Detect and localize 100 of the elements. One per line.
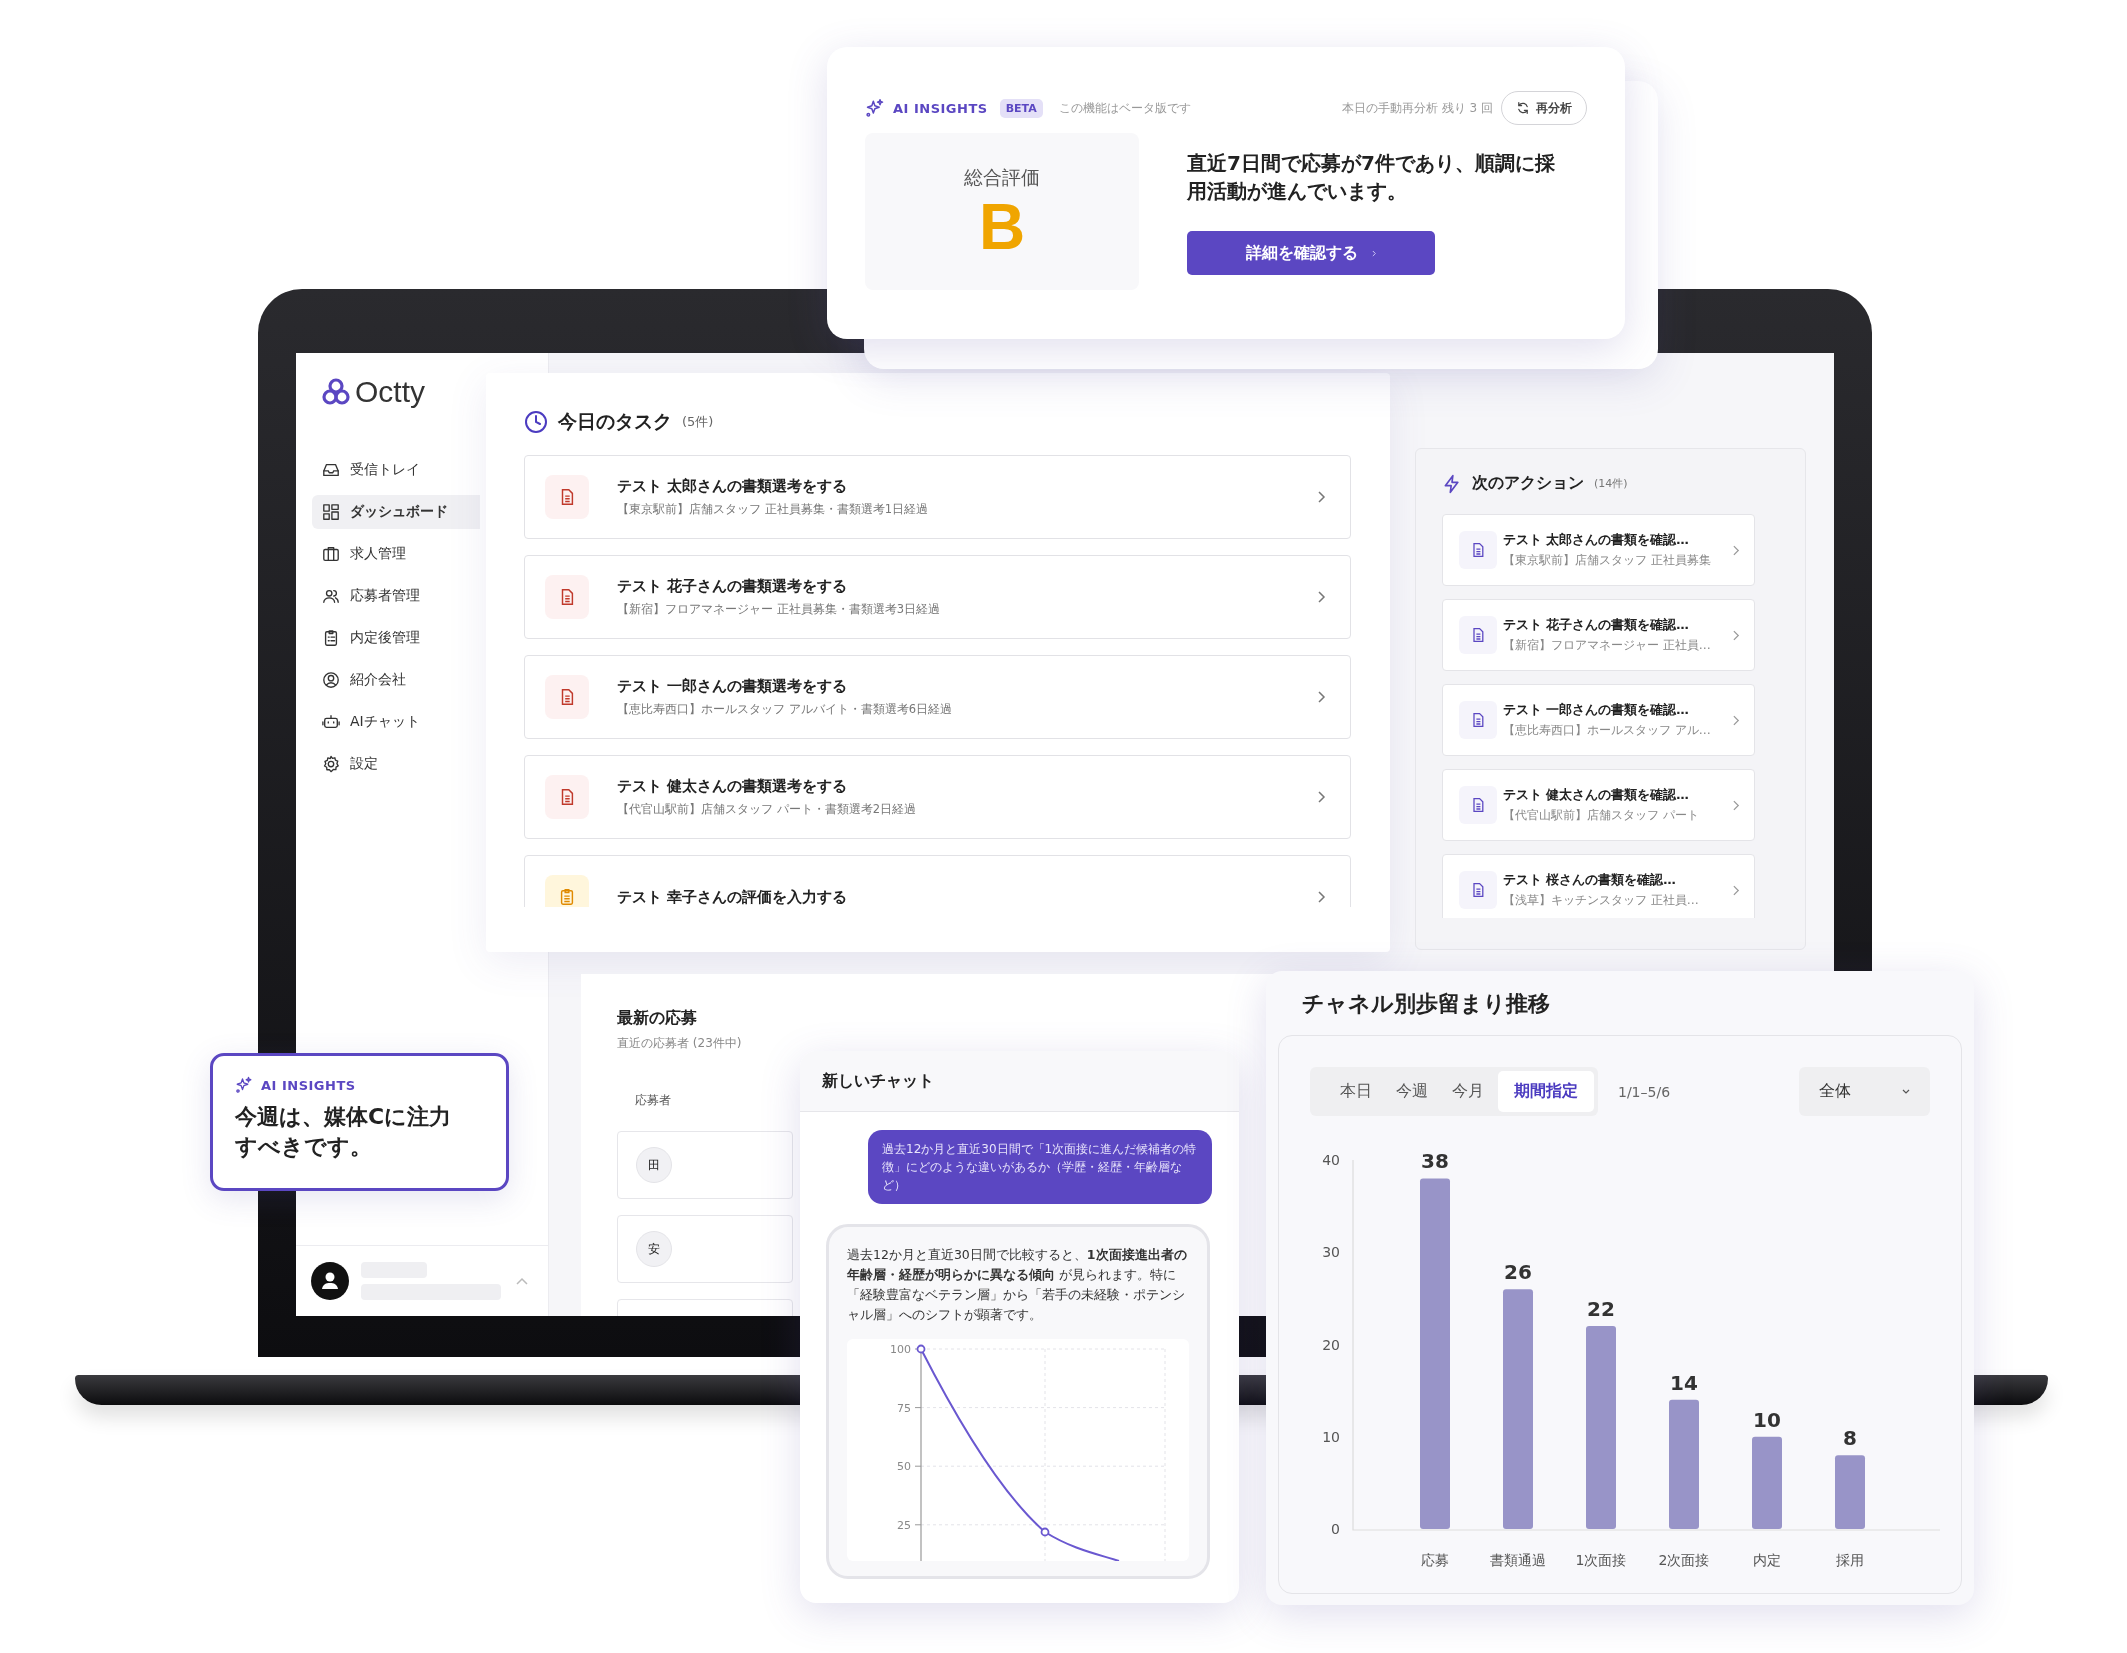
category-label: 応募	[1421, 1552, 1449, 1568]
grid-icon	[322, 503, 340, 521]
action-detail: 【恵比寿西口】ホールスタッフ アル…	[1503, 721, 1712, 739]
section-title: 最新の応募	[617, 1008, 698, 1029]
period-tab[interactable]: 今週	[1386, 1071, 1438, 1112]
document-icon	[1470, 797, 1486, 813]
action-item[interactable]: テスト 桜さんの書類を確認… 【浅草】キッチンスタッフ 正社員…	[1442, 854, 1755, 918]
action-item[interactable]: テスト 健太さんの書類を確認… 【代官山駅前】店舗スタッフ パート	[1442, 769, 1755, 841]
action-title: テスト 桜さんの書類を確認…	[1503, 871, 1677, 889]
applicant-row[interactable]: 田	[617, 1131, 793, 1199]
task-item[interactable]: テスト 健太さんの書類選考をする 【代官山駅前】店舗スタッフ パート・書類選考2日経過	[524, 755, 1351, 839]
details-button[interactable]: 詳細を確認する	[1187, 231, 1435, 275]
category-label: 採用	[1836, 1552, 1864, 1568]
category-label: 1次面接	[1575, 1552, 1627, 1568]
data-point	[1040, 1527, 1050, 1537]
user-message: 過去12か月と直近30日間で「1次面接に進んだ候補者の特徴」にどのような違いがあるか（学歴・経歴・年齢層など）	[868, 1130, 1212, 1204]
caret-down-icon	[1902, 1088, 1910, 1095]
value-label: 10	[1753, 1407, 1781, 1432]
chevron-right-icon	[1733, 629, 1740, 641]
value-label: 38	[1421, 1149, 1449, 1174]
sidebar-item[interactable]: 求人管理	[312, 537, 480, 571]
task-item[interactable]: テスト 一郎さんの書類選考をする 【恵比寿西口】ホールスタッフ アルバイト・書類選考6日経過	[524, 655, 1351, 739]
refresh-icon	[1516, 101, 1530, 115]
sidebar-item[interactable]: 内定後管理	[312, 621, 480, 655]
axis-label: 10	[1322, 1428, 1340, 1445]
task-title: テスト 太郎さんの書類選考をする	[617, 477, 849, 496]
category-label: 内定	[1753, 1552, 1781, 1568]
action-title: テスト 一郎さんの書類を確認…	[1503, 701, 1690, 719]
section-title: 次のアクション	[1472, 473, 1584, 494]
action-item[interactable]: テスト 太郎さんの書類を確認… 【東京駅前】店舗スタッフ 正社員募集	[1442, 514, 1755, 586]
date-range: 1/1–5/6	[1618, 1083, 1671, 1100]
task-item[interactable]: テスト 花子さんの書類選考をする 【新宿】フロアマネージャー 正社員募集・書類選考3日経過	[524, 555, 1351, 639]
sidebar-item[interactable]: 設定	[312, 747, 480, 781]
app-logo: Octty	[355, 375, 425, 409]
document-icon	[1470, 882, 1486, 898]
grade-value: B	[978, 194, 1026, 259]
value-label: 14	[1670, 1370, 1698, 1395]
action-detail: 【新宿】フロアマネージャー 正社員…	[1503, 636, 1712, 654]
task-detail: 【恵比寿西口】ホールスタッフ アルバイト・書類選考6日経過	[617, 702, 953, 717]
clipboard-icon	[558, 888, 576, 906]
sparkle-icon	[865, 98, 885, 118]
axis-label: 20	[1322, 1336, 1340, 1353]
task-title: テスト 花子さんの書類選考をする	[617, 577, 849, 596]
filter-dropdown[interactable]: 全体	[1799, 1067, 1930, 1116]
task-title: テスト 幸子さんの評価を入力する	[617, 887, 849, 907]
task-detail: 【新宿】フロアマネージャー 正社員募集・書類選考3日経過	[617, 602, 941, 617]
chevron-right-icon	[1318, 891, 1326, 903]
briefcase-icon	[322, 545, 340, 563]
period-tab[interactable]: 期間指定	[1498, 1071, 1594, 1112]
task-detail: 【東京駅前】店舗スタッフ 正社員募集・書類選考1日経過	[617, 502, 929, 517]
chevron-right-icon	[1733, 714, 1740, 726]
document-icon	[1470, 712, 1486, 728]
beta-badge: BETA	[999, 98, 1043, 118]
sidebar-item[interactable]: 応募者管理	[312, 579, 480, 613]
clock-icon	[524, 410, 548, 434]
task-item[interactable]: テスト 太郎さんの書類選考をする 【東京駅前】店舗スタッフ 正社員募集・書類選考1日経過	[524, 455, 1351, 539]
value-label: 22	[1587, 1297, 1615, 1322]
action-detail: 【東京駅前】店舗スタッフ 正社員募集	[1503, 551, 1712, 569]
action-item[interactable]: テスト 一郎さんの書類を確認… 【恵比寿西口】ホールスタッフ アル…	[1442, 684, 1755, 756]
category-label: 書類通過	[1490, 1552, 1546, 1568]
axis-label: 100	[890, 1343, 911, 1356]
applicant-initial: 安	[636, 1231, 672, 1267]
chevron-right-icon	[1318, 791, 1326, 803]
action-count: (14件)	[1594, 476, 1628, 491]
action-detail: 【代官山駅前】店舗スタッフ パート	[1503, 806, 1700, 824]
axis-label: 40	[1322, 1152, 1340, 1168]
chevron-up-icon	[516, 1277, 528, 1285]
sidebar-item[interactable]: 紹介会社	[312, 663, 480, 697]
chat-title: 新しいチャット	[822, 1070, 934, 1092]
chevron-right-icon	[1733, 544, 1740, 556]
avatar-icon	[311, 1262, 349, 1300]
user-circle-icon	[322, 671, 340, 689]
chevron-right-icon	[1318, 691, 1326, 703]
task-count: (5件)	[682, 413, 714, 431]
data-point	[916, 1344, 926, 1354]
period-tab[interactable]: 本日	[1330, 1071, 1382, 1112]
task-title: テスト 一郎さんの書類選考をする	[617, 677, 849, 696]
chart-title: チャネル別歩留まり推移	[1301, 990, 1551, 1018]
period-tab[interactable]: 今月	[1442, 1071, 1494, 1112]
chevron-right-icon	[1318, 491, 1326, 503]
action-item[interactable]: テスト 花子さんの書類を確認… 【新宿】フロアマネージャー 正社員…	[1442, 599, 1755, 671]
document-icon	[1470, 542, 1486, 558]
sidebar-item[interactable]: 受信トレイ	[312, 453, 480, 487]
action-title: テスト 太郎さんの書類を確認…	[1503, 531, 1690, 549]
reanalyze-button[interactable]: 再分析	[1501, 91, 1587, 125]
sidebar-item[interactable]: AIチャット	[312, 705, 480, 739]
chevron-right-icon	[1733, 799, 1740, 811]
settings-icon	[322, 755, 340, 773]
value-label: 8	[1843, 1426, 1857, 1451]
logo-icon	[321, 377, 351, 407]
category-label: 2次面接	[1658, 1552, 1710, 1568]
section-label: AI INSIGHTS	[261, 1077, 356, 1093]
applicant-initial: 田	[636, 1147, 672, 1183]
sidebar-item[interactable]: ダッシュボード	[312, 495, 480, 529]
chevron-right-icon	[1371, 249, 1377, 257]
remaining-count: 本日の手動再分析 残り 3 回	[1341, 99, 1493, 117]
beta-note: この機能はベータ版です	[1058, 99, 1191, 117]
task-item[interactable]: テスト 幸子さんの評価を入力する	[524, 855, 1351, 907]
applicant-row[interactable]: 安	[617, 1215, 793, 1283]
action-detail: 【浅草】キッチンスタッフ 正社員…	[1503, 891, 1700, 909]
